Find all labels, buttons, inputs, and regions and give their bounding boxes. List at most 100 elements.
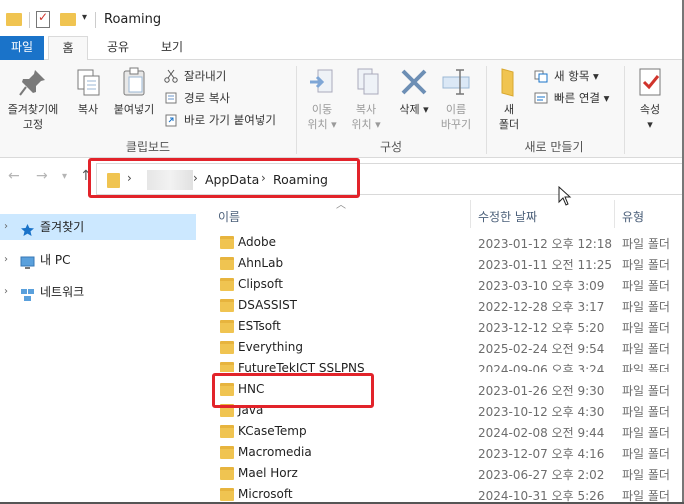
column-divider[interactable] (614, 200, 615, 228)
file-date: 2024-10-31 오후 5:26 (478, 489, 605, 502)
file-name: DSASSIST (238, 298, 298, 312)
new-folder-quick-icon[interactable] (60, 13, 76, 26)
file-type: 파일 폴더 (622, 405, 670, 419)
file-name: Microsoft (238, 487, 293, 501)
tab-file[interactable]: 파일 (0, 36, 44, 60)
nav-item-this-pc[interactable]: › 내 PC (0, 247, 196, 273)
delete-button[interactable]: 삭제 ▾ (394, 66, 434, 117)
file-row[interactable]: ESTsoft 2023-12-12 오후 5:20 파일 폴더 (214, 316, 684, 337)
file-date: 2023-12-07 오후 4:16 (478, 447, 605, 461)
file-row[interactable]: FutureTekICT SSLPNS 2024-09-06 오후 3:24 파… (214, 358, 684, 372)
file-row[interactable]: Everything 2025-02-24 오전 9:54 파일 폴더 (214, 337, 684, 358)
expand-chevron-icon[interactable]: › (4, 214, 8, 240)
expand-chevron-icon[interactable]: › (4, 279, 8, 305)
file-type: 파일 폴더 (622, 447, 670, 461)
ribbon-tabs: 파일 홈 공유 보기 (0, 36, 684, 61)
copy-icon (72, 66, 104, 98)
move-to-icon (306, 66, 338, 98)
file-row[interactable]: Clipsoft 2023-03-10 오후 3:09 파일 폴더 (214, 274, 684, 295)
folder-icon (220, 320, 234, 333)
new-folder-icon (493, 66, 525, 98)
file-row[interactable]: AhnLab 2023-01-11 오전 11:25 파일 폴더 (214, 253, 684, 274)
expand-chevron-icon[interactable]: › (4, 247, 8, 273)
file-date: 2023-01-11 오전 11:25 (478, 258, 613, 272)
rename-label: 이름 (445, 103, 467, 116)
file-date: 2023-01-12 오후 12:18 (478, 237, 613, 251)
column-header-date[interactable]: 수정한 날짜 (478, 208, 537, 225)
file-date: 2022-12-28 오후 3:17 (478, 300, 605, 314)
mouse-cursor-icon (558, 186, 572, 206)
folder-icon (6, 13, 22, 26)
pin-to-quick-access-button[interactable]: 즐겨찾기에 고정 (2, 66, 64, 132)
folder-icon (220, 236, 234, 249)
paste-button[interactable]: 붙여넣기 (108, 66, 160, 117)
folder-icon (220, 278, 234, 291)
new-group-label: 새로 만들기 (524, 140, 584, 154)
folder-icon (220, 488, 234, 501)
properties-button[interactable]: 속성 ▾ (630, 66, 670, 132)
properties-quick-icon[interactable] (36, 10, 50, 28)
delete-x-icon (398, 66, 430, 98)
column-header-name[interactable]: 이름 (218, 208, 240, 225)
nav-item-label: 즐겨찾기 (40, 220, 85, 234)
paste-shortcut-label: 바로 가기 붙여넣기 (184, 113, 276, 127)
file-row[interactable]: Adobe 2023-01-12 오후 12:18 파일 폴더 (214, 232, 684, 253)
file-date: 2023-10-12 오후 4:30 (478, 405, 605, 419)
easy-access-icon (534, 91, 548, 105)
rename-icon (440, 66, 472, 98)
folder-icon (220, 446, 234, 459)
easy-access-label: 빠른 연결 (554, 91, 600, 105)
file-name: Everything (238, 340, 303, 354)
move-to-label: 위치 ▾ (307, 118, 337, 131)
file-name: Macromedia (238, 445, 312, 459)
back-arrow-icon[interactable]: ← (8, 168, 20, 184)
file-row[interactable]: Microsoft 2024-10-31 오후 5:26 파일 폴더 (214, 484, 684, 502)
copy-path-button[interactable]: 경로 복사 (164, 88, 230, 108)
nav-item-quick-access[interactable]: › 즐겨찾기 (0, 214, 196, 240)
file-date: 2023-01-26 오전 9:30 (478, 384, 605, 398)
copy-to-label: 복사 (355, 103, 377, 116)
folder-icon (220, 257, 234, 270)
rename-button[interactable]: 이름 바꾸기 (436, 66, 476, 132)
file-name: FutureTekICT SSLPNS (238, 361, 365, 372)
file-date: 2023-12-12 오후 5:20 (478, 321, 605, 335)
tab-view[interactable]: 보기 (150, 36, 194, 60)
navigation-pane: › 즐겨찾기 › 내 PC › 네트워크 (0, 198, 200, 504)
file-type: 파일 폴더 (622, 321, 670, 335)
file-row[interactable]: DSASSIST 2022-12-28 오후 3:17 파일 폴더 (214, 295, 684, 316)
easy-access-button[interactable]: 빠른 연결 ▾ (534, 88, 609, 108)
nav-item-network[interactable]: › 네트워크 (0, 279, 196, 305)
customize-toolbar-icon[interactable]: ▾ (82, 12, 87, 23)
column-header-type[interactable]: 유형 (622, 208, 644, 225)
new-folder-button[interactable]: 새 폴더 (490, 66, 528, 132)
new-item-button[interactable]: 새 항목 ▾ (534, 66, 599, 86)
recent-locations-icon[interactable]: ▾ (62, 171, 67, 182)
file-row[interactable]: KCaseTemp 2024-02-08 오전 9:44 파일 폴더 (214, 421, 684, 442)
paste-shortcut-button[interactable]: 바로 가기 붙여넣기 (164, 110, 276, 130)
column-divider[interactable] (470, 200, 471, 228)
folder-icon (220, 425, 234, 438)
file-name: Clipsoft (238, 277, 283, 291)
copy-path-label: 경로 복사 (184, 91, 230, 105)
file-date: 2023-03-10 오후 3:09 (478, 279, 605, 293)
window-title: Roaming (104, 12, 162, 27)
delete-label: 삭제 ▾ (399, 103, 429, 116)
file-row[interactable]: Mael Horz 2023-06-27 오후 2:02 파일 폴더 (214, 463, 684, 484)
copy-button[interactable]: 복사 (68, 66, 108, 117)
rename-label: 바꾸기 (440, 118, 472, 131)
forward-arrow-icon[interactable]: → (36, 168, 48, 184)
cut-button[interactable]: 잘라내기 (164, 66, 226, 86)
file-row[interactable]: Macromedia 2023-12-07 오후 4:16 파일 폴더 (214, 442, 684, 463)
copy-to-button[interactable]: 복사 위치 ▾ (344, 66, 388, 132)
file-name: ESTsoft (238, 319, 281, 333)
file-date: 2025-02-24 오전 9:54 (478, 342, 605, 356)
tab-home[interactable]: 홈 (48, 36, 88, 61)
paste-label: 붙여넣기 (113, 103, 155, 116)
move-to-button[interactable]: 이동 위치 ▾ (300, 66, 344, 132)
pin-label: 즐겨찾기에 (7, 103, 59, 116)
tab-share[interactable]: 공유 (96, 36, 140, 60)
ribbon: 즐겨찾기에 고정 복사 붙여넣기 잘라내기 경로 복사 바로 가기 붙여넣기 클… (0, 60, 684, 158)
copy-to-label: 위치 ▾ (351, 118, 381, 131)
divider (95, 12, 96, 28)
folder-icon (220, 299, 234, 312)
